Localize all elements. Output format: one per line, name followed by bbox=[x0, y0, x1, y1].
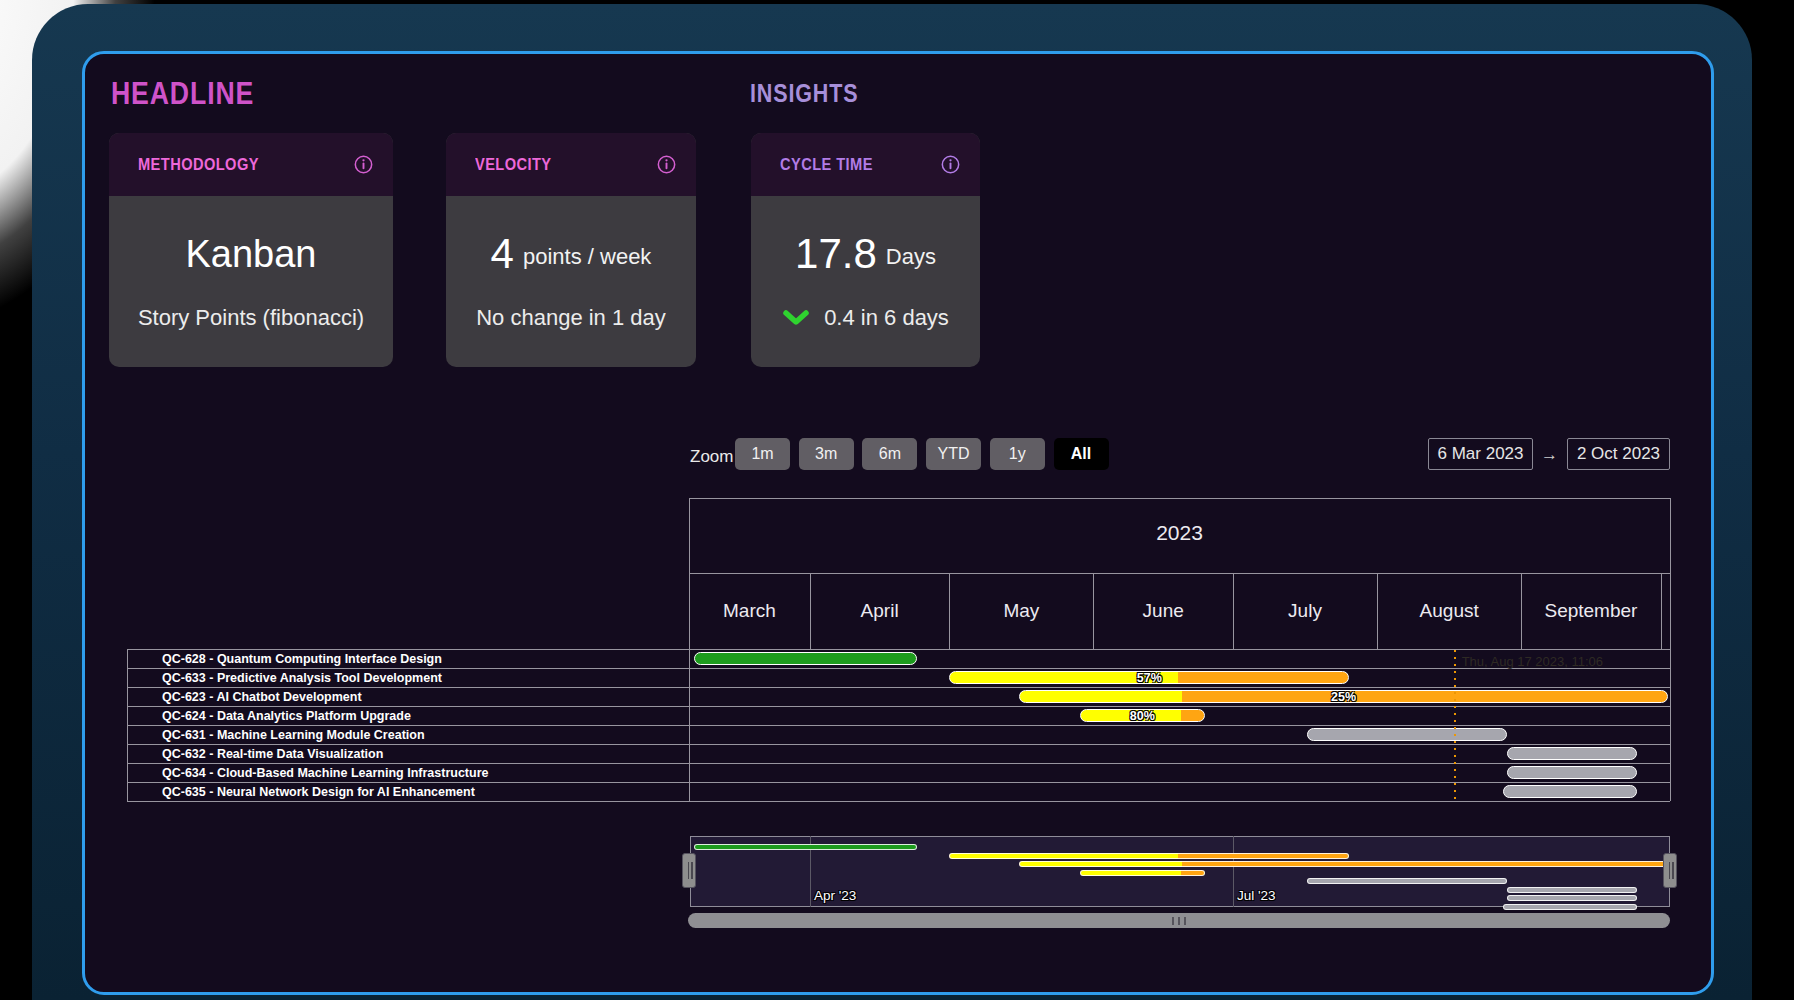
grid-line bbox=[127, 649, 128, 801]
gantt-bar[interactable] bbox=[1307, 728, 1507, 741]
month-axis-label: June bbox=[1093, 600, 1232, 622]
task-label: QC-633 - Predictive Analysis Tool Develo… bbox=[162, 670, 442, 686]
velocity-value: 4 bbox=[491, 230, 514, 278]
zoom-button-all[interactable]: All bbox=[1054, 438, 1109, 470]
velocity-value-suffix: points / week bbox=[523, 244, 651, 270]
zoom-button-1y[interactable]: 1y bbox=[990, 438, 1045, 470]
navigator-series-bar bbox=[1080, 870, 1206, 876]
info-icon[interactable] bbox=[354, 155, 373, 174]
velocity-subtext: No change in 1 day bbox=[446, 305, 696, 331]
handle-groove bbox=[1669, 862, 1671, 879]
methodology-subtext: Story Points (fibonacci) bbox=[109, 305, 393, 331]
cycle-time-value-row: 17.8 Days bbox=[751, 230, 980, 278]
methodology-value: Kanban bbox=[185, 233, 316, 276]
date-range-arrow: → bbox=[1541, 445, 1558, 465]
navigator-gridline bbox=[1233, 836, 1234, 907]
scrollbar-grip bbox=[1172, 917, 1174, 925]
velocity-card: VELOCITY 4 points / week No change in 1 d… bbox=[446, 133, 696, 367]
grid-line bbox=[689, 498, 1670, 499]
grid-line bbox=[1521, 573, 1522, 649]
zoom-button-1m[interactable]: 1m bbox=[735, 438, 790, 470]
grid-line bbox=[1661, 573, 1662, 649]
info-icon[interactable] bbox=[657, 155, 676, 174]
zoom-label: Zoom bbox=[690, 447, 733, 467]
navigator-series-bar bbox=[1307, 878, 1507, 884]
gantt-bar[interactable] bbox=[1507, 766, 1637, 779]
navigator-series-bar bbox=[1019, 861, 1668, 867]
velocity-value-row: 4 points / week bbox=[446, 230, 696, 278]
velocity-card-header: VELOCITY bbox=[446, 133, 696, 196]
task-label: QC-623 - AI Chatbot Development bbox=[162, 689, 362, 705]
gantt-bar-progress-label: 25% bbox=[1314, 689, 1374, 705]
grid-line bbox=[1233, 573, 1234, 649]
headline-title: HEADLINE bbox=[111, 76, 254, 112]
grid-line bbox=[1670, 498, 1671, 801]
navigator-axis-label: Jul '23 bbox=[1237, 888, 1276, 903]
date-range-from-input[interactable]: 6 Mar 2023 bbox=[1428, 438, 1533, 470]
insights-title: INSIGHTS bbox=[750, 79, 858, 108]
navigator-handle-right[interactable] bbox=[1663, 853, 1677, 888]
today-plot-line-label: Thu, Aug 17 2023, 11:06 bbox=[1462, 654, 1603, 669]
gantt-bar[interactable] bbox=[694, 652, 917, 665]
scrollbar-grip bbox=[1184, 917, 1186, 925]
today-plot-line bbox=[1454, 650, 1456, 804]
month-axis-label: July bbox=[1233, 600, 1377, 622]
task-label: QC-635 - Neural Network Design for AI En… bbox=[162, 784, 475, 800]
methodology-value-row: Kanban bbox=[109, 230, 393, 278]
handle-groove bbox=[691, 862, 693, 879]
navigator-series-bar bbox=[1507, 895, 1637, 901]
grid-line bbox=[949, 573, 950, 649]
cycle-time-card-header: CYCLE TIME bbox=[751, 133, 980, 196]
date-range-to-input[interactable]: 2 Oct 2023 bbox=[1567, 438, 1670, 470]
scrollbar-grip bbox=[1178, 917, 1180, 925]
cycle-time-value-suffix: Days bbox=[886, 244, 936, 270]
grid-line bbox=[1093, 573, 1094, 649]
velocity-card-label: VELOCITY bbox=[475, 155, 552, 175]
gantt-bar-progress-label: 80% bbox=[1112, 708, 1172, 724]
task-label: QC-624 - Data Analytics Platform Upgrade bbox=[162, 708, 411, 724]
year-axis-label: 2023 bbox=[689, 521, 1670, 545]
cycle-time-trend-row: 0.4 in 6 days bbox=[751, 305, 980, 331]
zoom-button-6m[interactable]: 6m bbox=[862, 438, 917, 470]
task-label: QC-634 - Cloud-Based Machine Learning In… bbox=[162, 765, 488, 781]
cycle-time-card: CYCLE TIME 17.8 Days 0.4 in 6 days bbox=[751, 133, 980, 367]
month-axis-label: September bbox=[1521, 600, 1660, 622]
task-label: QC-628 - Quantum Computing Interface Des… bbox=[162, 651, 442, 667]
navigator-handle-left[interactable] bbox=[682, 853, 696, 888]
gantt-bar[interactable] bbox=[1503, 785, 1638, 798]
chevron-down-icon bbox=[782, 308, 810, 328]
navigator-series-bar bbox=[1507, 887, 1637, 893]
info-icon[interactable] bbox=[941, 155, 960, 174]
zoom-button-3m[interactable]: 3m bbox=[799, 438, 854, 470]
handle-groove bbox=[688, 862, 690, 879]
task-label: QC-632 - Real-time Data Visualization bbox=[162, 746, 383, 762]
gantt-bar-progress-label: 57% bbox=[1119, 670, 1179, 686]
month-axis-label: April bbox=[810, 600, 949, 622]
cycle-time-value: 17.8 bbox=[795, 230, 877, 278]
cycle-time-trend-text: 0.4 in 6 days bbox=[824, 305, 949, 331]
navigator-series-bar bbox=[694, 844, 917, 850]
navigator-series-bar bbox=[949, 853, 1349, 859]
grid-line bbox=[689, 573, 1670, 574]
month-axis-label: May bbox=[949, 600, 1093, 622]
navigator-series-bar bbox=[1503, 904, 1638, 910]
month-axis-label: August bbox=[1377, 600, 1521, 622]
navigator-axis-label: Apr '23 bbox=[814, 888, 856, 903]
methodology-card-label: METHODOLOGY bbox=[138, 155, 259, 175]
grid-line bbox=[1377, 573, 1378, 649]
grid-line bbox=[810, 573, 811, 649]
methodology-card: METHODOLOGY Kanban Story Points (fibonac… bbox=[109, 133, 393, 367]
cycle-time-card-label: CYCLE TIME bbox=[780, 155, 873, 175]
methodology-card-header: METHODOLOGY bbox=[109, 133, 393, 196]
month-axis-label: March bbox=[689, 600, 810, 622]
grid-line bbox=[127, 801, 1670, 802]
task-label: QC-631 - Machine Learning Module Creatio… bbox=[162, 727, 425, 743]
handle-groove bbox=[1672, 862, 1674, 879]
gantt-bar[interactable] bbox=[1507, 747, 1637, 760]
zoom-button-ytd[interactable]: YTD bbox=[926, 438, 981, 470]
